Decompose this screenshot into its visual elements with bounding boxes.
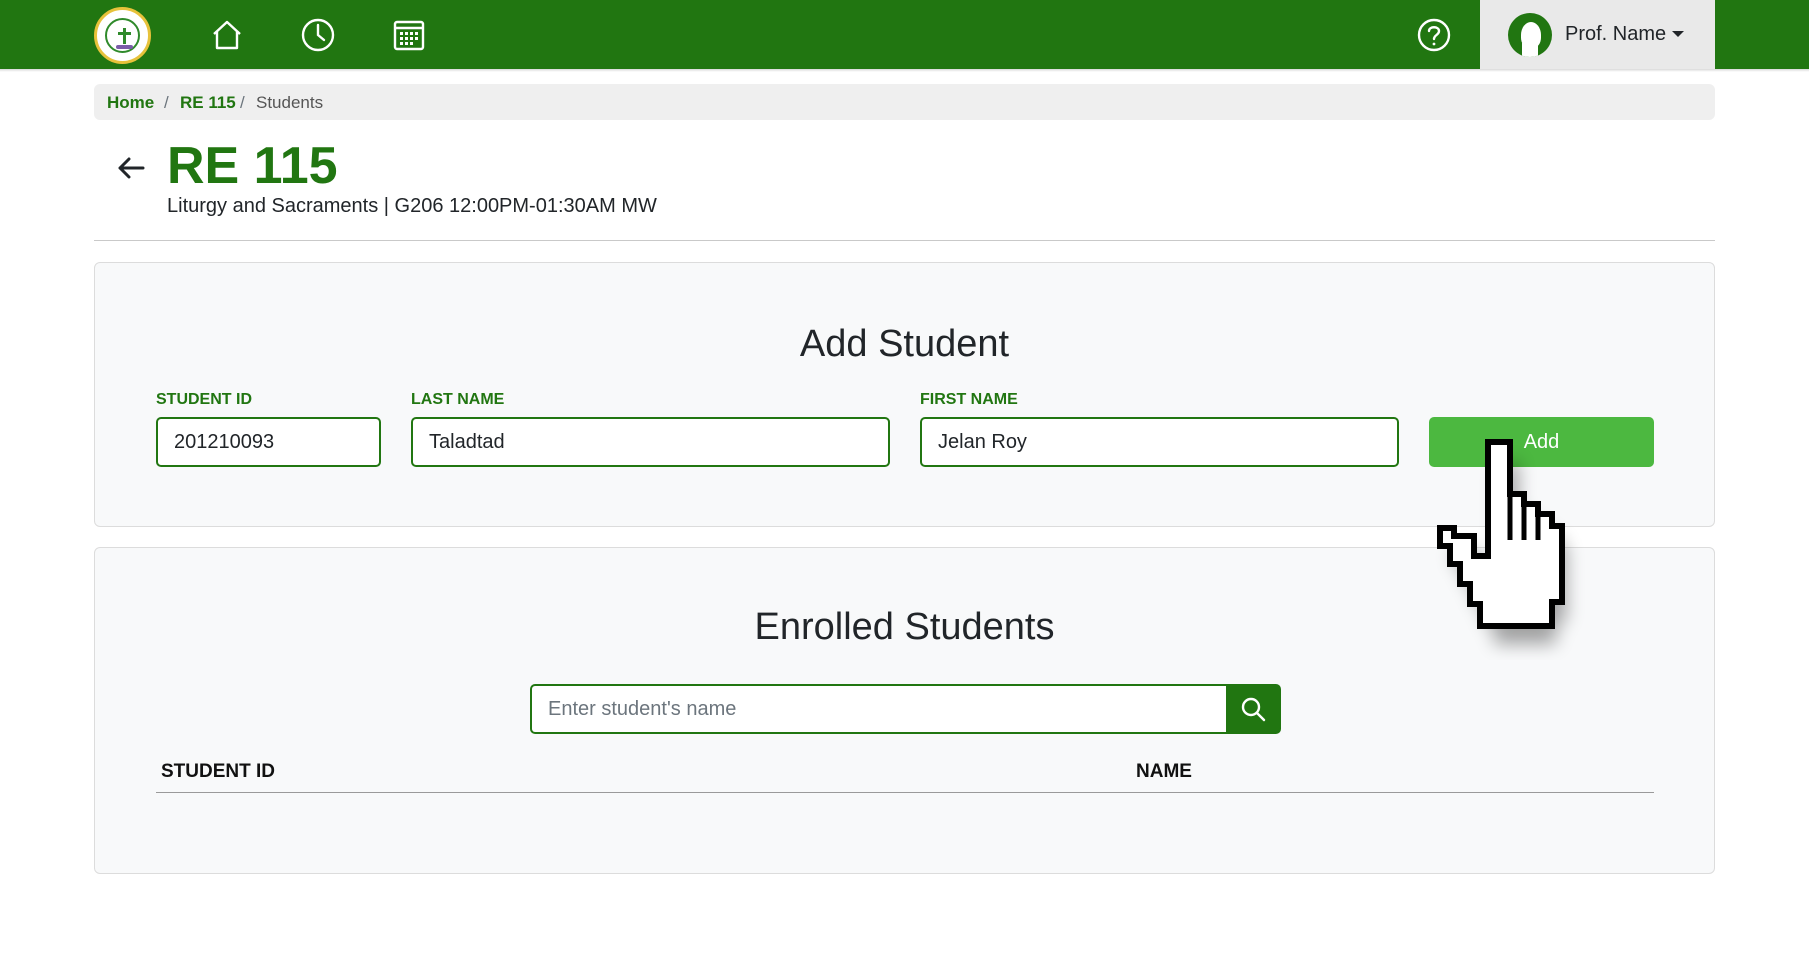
back-arrow-icon[interactable] xyxy=(114,151,148,185)
add-student-title: Add Student xyxy=(799,323,1010,365)
help-icon[interactable] xyxy=(1415,16,1453,54)
breadcrumb-course[interactable]: RE 115 xyxy=(180,93,236,113)
table-header-divider xyxy=(156,792,1654,793)
logo-ring xyxy=(105,18,140,53)
chevron-down-icon xyxy=(1672,31,1684,37)
last-name-label: LAST NAME xyxy=(411,391,505,408)
breadcrumb-separator: / xyxy=(240,93,245,112)
avatar xyxy=(1508,13,1552,57)
navbar-shadow xyxy=(0,69,1809,72)
school-seal-logo[interactable] xyxy=(94,7,151,64)
course-subtitle: Liturgy and Sacraments | G206 12:00PM-01… xyxy=(167,195,657,217)
breadcrumb-home[interactable]: Home xyxy=(107,93,154,113)
logo-cross-horizontal xyxy=(118,32,131,35)
breadcrumb-current: Students xyxy=(256,93,324,112)
enrolled-students-title: Enrolled Students xyxy=(754,606,1055,648)
profile-menu[interactable]: Prof. Name xyxy=(1480,0,1715,69)
search-input[interactable] xyxy=(530,684,1226,734)
breadcrumb-separator: / xyxy=(164,93,169,112)
column-header-student-id: STUDENT ID xyxy=(161,761,275,782)
add-student-card: Add Student STUDENT ID LAST NAME FIRST N… xyxy=(94,262,1715,527)
first-name-field[interactable] xyxy=(920,417,1399,467)
logo-base xyxy=(116,45,133,49)
header-divider xyxy=(94,240,1715,241)
clock-icon[interactable] xyxy=(298,15,338,55)
student-id-field[interactable] xyxy=(156,417,381,467)
student-id-label: STUDENT ID xyxy=(156,391,252,408)
last-name-field[interactable] xyxy=(411,417,890,467)
column-header-name: NAME xyxy=(1136,761,1192,782)
profile-name: Prof. Name xyxy=(1565,23,1667,45)
home-icon[interactable] xyxy=(207,15,247,55)
page-title: RE 115 xyxy=(167,137,338,195)
breadcrumb: Home / RE 115 / Students xyxy=(94,84,1715,120)
search-icon xyxy=(1241,697,1266,722)
add-student-button[interactable]: Add xyxy=(1429,417,1654,467)
calendar-icon[interactable] xyxy=(389,15,429,55)
enrolled-students-card: Enrolled Students STUDENT ID NAME xyxy=(94,547,1715,874)
logo-cross-vertical xyxy=(123,28,126,44)
avatar-neck xyxy=(1522,43,1538,57)
search-button[interactable] xyxy=(1226,684,1281,734)
top-navbar: Prof. Name xyxy=(0,0,1809,69)
first-name-label: FIRST NAME xyxy=(920,391,1018,408)
